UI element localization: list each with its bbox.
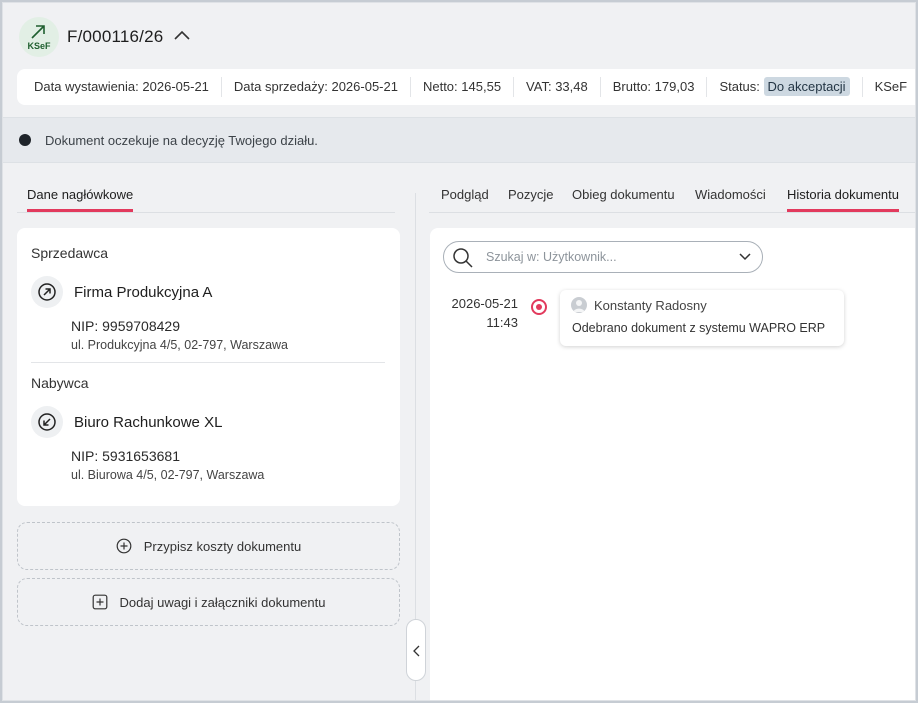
- tab-items[interactable]: Pozycje: [508, 187, 554, 209]
- vat-amount: VAT: 33,48: [514, 77, 601, 97]
- arrow-up-right-icon: [31, 25, 45, 39]
- chevron-up-icon[interactable]: [173, 28, 191, 42]
- tab-messages[interactable]: Wiadomości: [695, 187, 766, 209]
- vat-label: VAT:: [526, 79, 552, 94]
- net-label: Netto:: [422, 79, 458, 94]
- issue-date-label: Data wystawienia:: [34, 79, 139, 94]
- buyer-name: Biuro Rachunkowe XL: [74, 414, 223, 431]
- plus-circle-icon: [116, 538, 132, 554]
- status-badge: Do akceptacji: [763, 77, 850, 96]
- history-time: 11:43: [486, 315, 518, 330]
- document-header: KSeF F/000116/26: [3, 3, 915, 65]
- issue-date-value: 2026-05-21: [142, 79, 209, 94]
- gross-label: Brutto:: [612, 79, 652, 94]
- buyer-address: ul. Biurowa 4/5, 02-797, Warszawa: [71, 468, 265, 482]
- left-tabs: Dane nagłówkowe: [17, 175, 395, 213]
- net-value: 145,55: [461, 79, 502, 94]
- history-user: Konstanty Radosny: [594, 298, 707, 313]
- seller-nip: NIP: 9959708429: [71, 318, 180, 334]
- ksef-logo: KSeF: [19, 17, 59, 57]
- search-placeholder: Szukaj w: Użytkownik...: [486, 250, 617, 264]
- collapse-panel-handle[interactable]: [406, 619, 426, 681]
- search-icon: [453, 248, 473, 268]
- tab-preview[interactable]: Podgląd: [441, 187, 489, 209]
- arrow-out-circle-icon: [38, 283, 56, 301]
- add-notes-label: Dodaj uwagi i załączniki dokumentu: [119, 594, 326, 610]
- right-tabs: Podgląd Pozycje Obieg dokumentu Wiadomoś…: [429, 175, 915, 213]
- ksef-label: KSeF: [874, 79, 908, 94]
- buyer-icon: [31, 406, 63, 438]
- user-avatar-icon: [571, 297, 587, 313]
- chevron-left-icon: [413, 645, 420, 657]
- sale-date-value: 2026-05-21: [331, 79, 398, 94]
- add-notes-button[interactable]: Dodaj uwagi i załączniki dokumentu: [17, 578, 400, 626]
- buyer-nip: NIP: 5931653681: [71, 448, 180, 464]
- ksef-logo-text: KSeF: [27, 41, 51, 51]
- status-label: Status:: [719, 79, 760, 94]
- document-window: KSeF F/000116/26 Data wystawienia: 2026-…: [2, 2, 916, 701]
- arrow-in-circle-icon: [38, 413, 56, 431]
- seller-address: ul. Produkcyjna 4/5, 02-797, Warszawa: [71, 338, 289, 352]
- parties-divider: [31, 362, 385, 363]
- gross-value: 179,03: [654, 79, 695, 94]
- timeline-dot-icon: [531, 299, 547, 315]
- assign-costs-label: Przypisz koszty dokumentu: [143, 538, 302, 554]
- sale-date-label: Data sprzedaży:: [233, 79, 328, 94]
- notice-dot-icon: [19, 134, 31, 146]
- history-panel: Szukaj w: Użytkownik... 2026-05-21 11:43…: [430, 228, 915, 700]
- plus-square-icon: [92, 594, 107, 610]
- chevron-down-icon[interactable]: [738, 252, 752, 262]
- document-number: F/000116/26: [67, 27, 164, 46]
- tab-header-data[interactable]: Dane nagłówkowe: [27, 187, 134, 212]
- seller-name: Firma Produkcyjna A: [74, 284, 213, 301]
- seller-icon: [31, 276, 63, 308]
- history-date: 2026-05-21: [451, 296, 519, 311]
- issue-date: Data wystawienia: 2026-05-21: [17, 77, 222, 97]
- notice-text: Dokument oczekuje na decyzję Twojego dzi…: [45, 132, 318, 148]
- ksef-info: KSeF: [863, 77, 915, 97]
- tab-document-history[interactable]: Historia dokumentu: [787, 187, 899, 212]
- net-amount: Netto: 145,55: [411, 77, 515, 97]
- buyer-label: Nabywca: [31, 375, 89, 391]
- gross-amount: Brutto: 179,03: [601, 77, 708, 97]
- vat-value: 33,48: [555, 79, 588, 94]
- tab-workflow[interactable]: Obieg dokumentu: [572, 187, 675, 209]
- status-notice: Dokument oczekuje na decyzję Twojego dzi…: [3, 117, 915, 163]
- history-message: Odebrano dokument z systemu WAPRO ERP: [572, 321, 826, 335]
- history-entry: Konstanty Radosny Odebrano dokument z sy…: [560, 290, 844, 346]
- status: Status: Do akceptacji: [707, 77, 863, 97]
- search-input[interactable]: Szukaj w: Użytkownik...: [443, 241, 763, 273]
- parties-card: Sprzedawca Firma Produkcyjna A NIP: 9959…: [17, 228, 400, 506]
- seller-label: Sprzedawca: [31, 245, 109, 261]
- assign-costs-button[interactable]: Przypisz koszty dokumentu: [17, 522, 400, 570]
- document-summary-bar: Data wystawienia: 2026-05-21 Data sprzed…: [17, 69, 915, 105]
- sale-date: Data sprzedaży: 2026-05-21: [222, 77, 411, 97]
